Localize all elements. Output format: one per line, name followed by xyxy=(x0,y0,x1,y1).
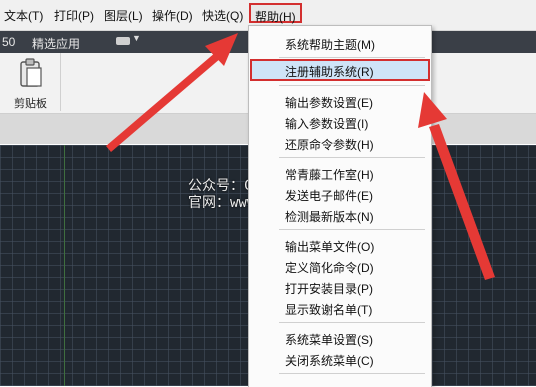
menu-quick-select[interactable]: 快选(Q) xyxy=(202,7,243,24)
chevron-down-icon[interactable]: ▼ xyxy=(132,33,141,43)
menu-item-studio[interactable]: 常青藤工作室(H) xyxy=(249,163,431,183)
menu-item-check-update[interactable]: 检测最新版本(N) xyxy=(249,205,431,225)
menu-item-open-install-dir[interactable]: 打开安装目录(P) xyxy=(249,277,431,297)
menu-item-import-params[interactable]: 输入参数设置(I) xyxy=(249,112,431,132)
menu-separator xyxy=(279,229,425,230)
menu-help[interactable]: 帮助(H) xyxy=(249,3,302,24)
menu-operate[interactable]: 操作(D) xyxy=(152,7,193,24)
menu-layer[interactable]: 图层(L) xyxy=(104,7,143,24)
menu-separator xyxy=(279,322,425,323)
workspace-dropdown[interactable] xyxy=(116,37,130,45)
menu-item-help-topics[interactable]: 系统帮助主题(M) xyxy=(249,33,431,53)
menu-item-system-menu-settings[interactable]: 系统菜单设置(S) xyxy=(249,328,431,348)
menu-separator xyxy=(279,373,425,374)
menu-separator xyxy=(279,57,425,58)
tab-featured-apps[interactable]: 精选应用 xyxy=(32,35,80,52)
clipboard-panel[interactable]: 剪贴板 xyxy=(4,53,61,111)
paste-icon xyxy=(20,58,42,87)
menu-text[interactable]: 文本(T) xyxy=(4,7,43,24)
clipboard-label: 剪贴板 xyxy=(14,98,47,110)
help-dropdown-menu: 系统帮助主题(M) 注册辅助系统(R) 输出参数设置(E) 输入参数设置(I) … xyxy=(248,25,432,387)
zoom-fragment: 50 xyxy=(2,35,16,49)
menu-separator xyxy=(279,157,425,158)
menu-item-close-system-menu[interactable]: 关闭系统菜单(C) xyxy=(249,349,431,369)
menu-item-define-shortcuts[interactable]: 定义简化命令(D) xyxy=(249,256,431,276)
menu-item-restore-params[interactable]: 还原命令参数(H) xyxy=(249,133,431,153)
menu-item-credits[interactable]: 显示致谢名单(T) xyxy=(249,298,431,318)
y-axis-line xyxy=(64,145,65,386)
menu-item-export-params[interactable]: 输出参数设置(E) xyxy=(249,91,431,111)
menu-separator xyxy=(279,85,425,86)
menu-item-register[interactable]: 注册辅助系统(R) xyxy=(250,59,430,81)
menu-print[interactable]: 打印(P) xyxy=(54,7,94,24)
menu-item-export-menu[interactable]: 输出菜单文件(O) xyxy=(249,235,431,255)
menu-item-send-email[interactable]: 发送电子邮件(E) xyxy=(249,184,431,204)
